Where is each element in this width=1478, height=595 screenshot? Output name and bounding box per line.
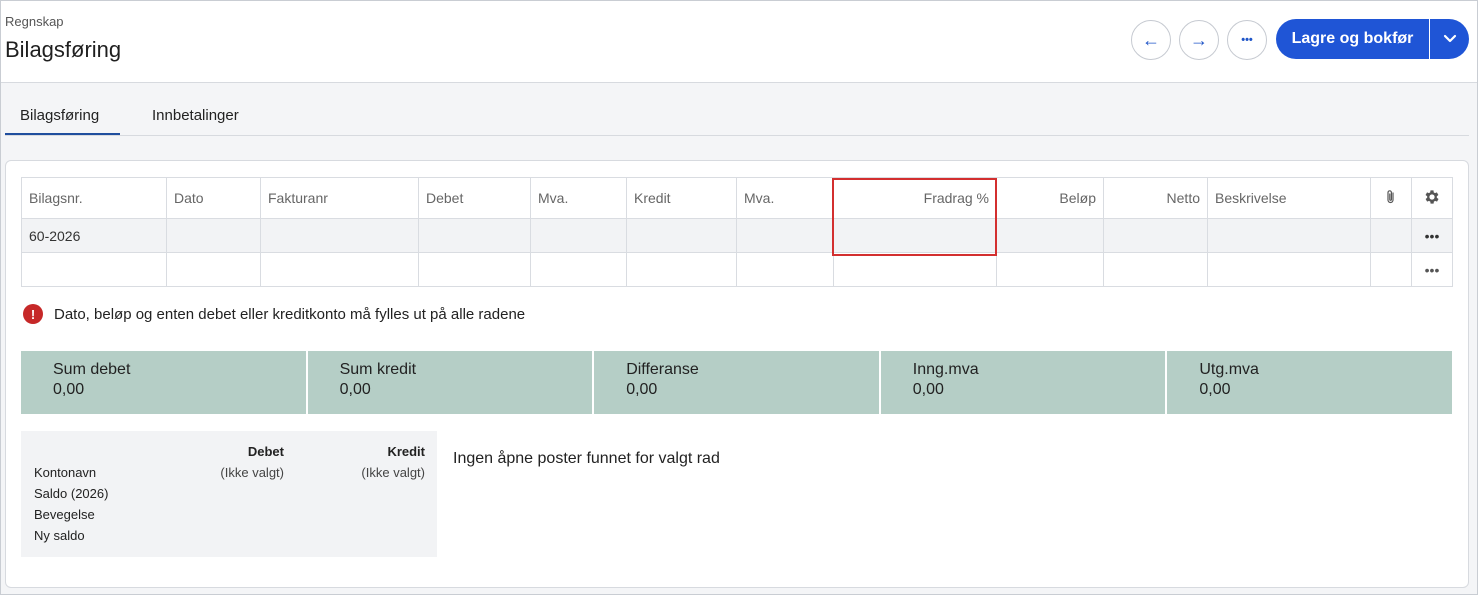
cell-netto[interactable] [1103, 218, 1208, 253]
cell-fradrag[interactable] [833, 252, 997, 287]
page-title: Bilagsføring [5, 37, 122, 62]
arrow-right-icon: → [1190, 29, 1208, 50]
breadcrumb[interactable]: Regnskap [5, 14, 64, 29]
col-header-belop[interactable]: Beløp [996, 177, 1104, 219]
table-row[interactable]: ••• [21, 252, 1453, 287]
grid-settings-button[interactable] [1411, 177, 1453, 219]
sum-inng-mva: Inng.mva 0,00 [880, 351, 1166, 414]
cell-dato[interactable] [166, 252, 261, 287]
gear-icon [1425, 189, 1439, 204]
cell-debet-mva[interactable] [530, 252, 627, 287]
cell-debet[interactable] [418, 252, 531, 287]
sum-debet: Sum debet 0,00 [21, 351, 306, 414]
more-dots-icon: ••• [1241, 34, 1253, 46]
cell-attachment[interactable] [1370, 252, 1412, 287]
table-row[interactable]: 60-2026 ••• [21, 218, 1453, 253]
cell-beskrivelse[interactable] [1207, 252, 1371, 287]
cell-kredit[interactable] [626, 252, 737, 287]
arrow-left-icon: ← [1142, 29, 1160, 50]
sum-label: Utg.mva [1199, 361, 1259, 378]
more-dots-icon: ••• [1424, 227, 1440, 244]
col-header-dato[interactable]: Dato [166, 177, 261, 219]
cell-fakturanr[interactable] [260, 252, 419, 287]
back-button[interactable]: ← [1131, 20, 1171, 60]
sum-value: 0,00 [626, 381, 658, 398]
account-debet-value: (Ikke valgt) [220, 465, 284, 480]
tab-innbetalinger[interactable]: Innbetalinger [152, 97, 239, 135]
sum-value: 0,00 [912, 381, 944, 398]
sum-differanse: Differanse 0,00 [594, 351, 879, 414]
col-header-debet[interactable]: Debet [418, 177, 531, 219]
forward-button[interactable]: → [1179, 20, 1219, 60]
sum-value: 0,00 [339, 381, 371, 398]
cell-kredit-mva[interactable] [736, 218, 834, 253]
sum-value: 0,00 [1199, 381, 1231, 398]
validation-error: ! Dato, beløp og enten debet eller kredi… [23, 304, 525, 324]
sum-label: Sum kredit [339, 361, 417, 378]
cell-netto[interactable] [1103, 252, 1208, 287]
chevron-down-icon [1443, 34, 1456, 43]
app-frame: Regnskap Bilagsføring ← → ••• Lagre og b… [0, 0, 1478, 595]
grid-header-row: Bilagsnr. Dato Fakturanr Debet Mva. Kred… [21, 177, 1453, 219]
account-label-saldo: Saldo (2026) [34, 486, 109, 501]
col-header-debet-mva[interactable]: Mva. [530, 177, 627, 219]
account-label-kontonavn: Kontonavn [34, 465, 97, 480]
col-header-fakturanr[interactable]: Fakturanr [260, 177, 419, 219]
col-header-attachment[interactable] [1370, 177, 1412, 219]
save-options-dropdown-button[interactable] [1430, 19, 1469, 59]
cell-debet-mva[interactable] [530, 218, 627, 253]
account-label-bevegelse: Bevegelse [34, 507, 95, 522]
sum-label: Differanse [626, 361, 699, 378]
col-header-beskrivelse[interactable]: Beskrivelse [1207, 177, 1371, 219]
voucher-grid: Bilagsnr. Dato Fakturanr Debet Mva. Kred… [21, 177, 1453, 287]
account-debet-header: Debet [247, 444, 284, 459]
open-items-message: Ingen åpne poster funnet for valgt rad [453, 450, 720, 467]
save-and-post-button[interactable]: Lagre og bokfør [1276, 19, 1429, 59]
account-label-ny-saldo: Ny saldo [34, 528, 85, 543]
col-header-bilagsnr[interactable]: Bilagsnr. [21, 177, 167, 219]
error-icon: ! [23, 304, 43, 324]
more-dots-icon: ••• [1424, 261, 1440, 278]
tab-bar: Bilagsføring Innbetalinger [5, 97, 1469, 136]
cell-belop[interactable] [996, 218, 1104, 253]
col-header-netto[interactable]: Netto [1103, 177, 1208, 219]
account-info-box: Debet Kredit (Ikke valgt) (Ikke valgt) K… [21, 431, 437, 557]
cell-attachment[interactable] [1370, 218, 1412, 253]
cell-dato[interactable] [166, 218, 261, 253]
account-kredit-value: (Ikke valgt) [361, 465, 425, 480]
sum-label: Sum debet [53, 361, 131, 378]
cell-kredit-mva[interactable] [736, 252, 834, 287]
paperclip-icon [1387, 189, 1394, 203]
page-header: Regnskap Bilagsføring ← → ••• Lagre og b… [1, 1, 1477, 83]
voucher-panel: Bilagsnr. Dato Fakturanr Debet Mva. Kred… [5, 160, 1469, 588]
cell-belop[interactable] [996, 252, 1104, 287]
tab-bilagsforing[interactable]: Bilagsføring [5, 97, 120, 135]
account-kredit-header: Kredit [387, 444, 425, 459]
cell-kredit[interactable] [626, 218, 737, 253]
sum-utg-mva: Utg.mva 0,00 [1167, 351, 1452, 414]
row-menu-button[interactable]: ••• [1411, 252, 1453, 287]
cell-bilagsnr[interactable]: 60-2026 [21, 218, 167, 253]
sums-bar: Sum debet 0,00 Sum kredit 0,00 Differans… [21, 351, 1452, 414]
cell-fradrag[interactable] [833, 218, 997, 253]
row-menu-button[interactable]: ••• [1411, 218, 1453, 253]
cell-bilagsnr[interactable] [21, 252, 167, 287]
cell-beskrivelse[interactable] [1207, 218, 1371, 253]
sum-value: 0,00 [53, 381, 85, 398]
col-header-fradrag[interactable]: Fradrag % [833, 177, 997, 219]
col-header-kredit-mva[interactable]: Mva. [736, 177, 834, 219]
sum-label: Inng.mva [912, 361, 979, 378]
cell-debet[interactable] [418, 218, 531, 253]
col-header-kredit[interactable]: Kredit [626, 177, 737, 219]
error-message: Dato, beløp og enten debet eller kreditk… [54, 305, 526, 323]
cell-fakturanr[interactable] [260, 218, 419, 253]
sum-kredit: Sum kredit 0,00 [307, 351, 593, 414]
more-button[interactable]: ••• [1227, 20, 1267, 60]
